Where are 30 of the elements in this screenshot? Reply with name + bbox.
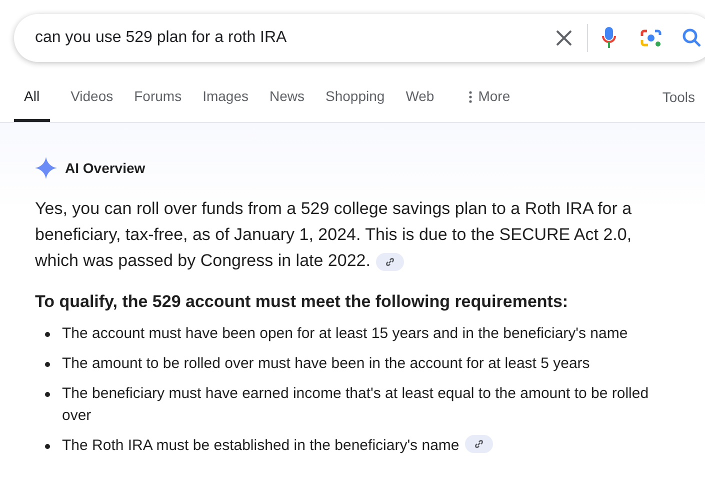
source-link-button[interactable] [465, 434, 494, 452]
close-icon[interactable] [555, 29, 573, 47]
search-tab[interactable]: Web [406, 86, 434, 122]
link-icon [385, 256, 396, 267]
link-icon [474, 438, 484, 448]
requirement-text: The amount to be rolled over must have been in the account for at least 5 years [62, 354, 590, 374]
search-tab[interactable]: Forums [134, 86, 182, 122]
bullet-icon [45, 362, 50, 366]
requirements-heading: To qualify, the 529 account must meet the following requirements: [35, 291, 570, 313]
requirement-text: The Roth IRA must be established in the beneficiary's name [62, 436, 460, 456]
search-tab[interactable]: Shopping [326, 86, 385, 122]
bullet-icon [45, 444, 50, 448]
requirement-text: The account must have been open for at least 15 years and in the beneficiary's name [62, 324, 628, 344]
ai-overview-title: AI Overview [65, 158, 146, 178]
search-tab[interactable]: Images [202, 86, 248, 122]
source-link-button[interactable] [376, 252, 404, 271]
tools-button[interactable]: Tools [662, 87, 695, 122]
requirement-text: The beneficiary must have earned income that's at least equal to the amount to be rolled over [62, 384, 650, 426]
search-icon[interactable] [682, 28, 702, 48]
search-tab[interactable]: Videos [70, 86, 114, 122]
bullet-icon [45, 392, 50, 396]
search-tab[interactable]: News [270, 86, 305, 122]
camera-icon[interactable] [640, 28, 662, 48]
overview-paragraph: Yes, you can roll over funds from a 529 college savings plan to a Roth IRA for a beneficiary, tax-free, as of January 1, 2024. This is due to the SECURE Act 2.0, which was passed by Congress in late 2022. [35, 198, 633, 273]
more-icon [469, 90, 472, 102]
sparkle-icon [35, 157, 57, 179]
bullet-icon [45, 332, 50, 336]
search-tab[interactable]: More [469, 86, 510, 122]
microphone-icon[interactable] [602, 26, 616, 50]
search-query[interactable]: can you use 529 plan for a roth IRA [35, 26, 555, 50]
